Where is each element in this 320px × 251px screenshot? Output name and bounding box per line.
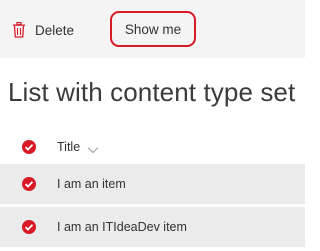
show-me-label: Show me bbox=[124, 21, 182, 37]
list-item-title[interactable]: I am an item bbox=[57, 177, 126, 191]
list-header-row: Title bbox=[0, 133, 305, 161]
chevron-down-icon bbox=[87, 143, 99, 154]
trash-icon bbox=[12, 21, 26, 38]
list-title: List with content type set bbox=[8, 77, 296, 107]
select-all-checkmark-icon[interactable] bbox=[22, 140, 36, 154]
list-item[interactable]: I am an ITIdeaDev item bbox=[0, 207, 305, 248]
checkmark-circle-icon[interactable] bbox=[22, 177, 36, 191]
checkmark-circle-icon[interactable] bbox=[22, 220, 36, 234]
show-me-button[interactable]: Show me bbox=[110, 11, 196, 47]
list-item[interactable]: I am an item bbox=[0, 164, 305, 205]
list-item-title[interactable]: I am an ITIdeaDev item bbox=[57, 220, 187, 234]
delete-label: Delete bbox=[35, 22, 75, 38]
command-bar: Delete Show me bbox=[0, 0, 305, 58]
column-header-title[interactable]: Title bbox=[57, 140, 99, 154]
column-header-label: Title bbox=[57, 140, 81, 154]
delete-button[interactable]: Delete bbox=[12, 19, 74, 41]
